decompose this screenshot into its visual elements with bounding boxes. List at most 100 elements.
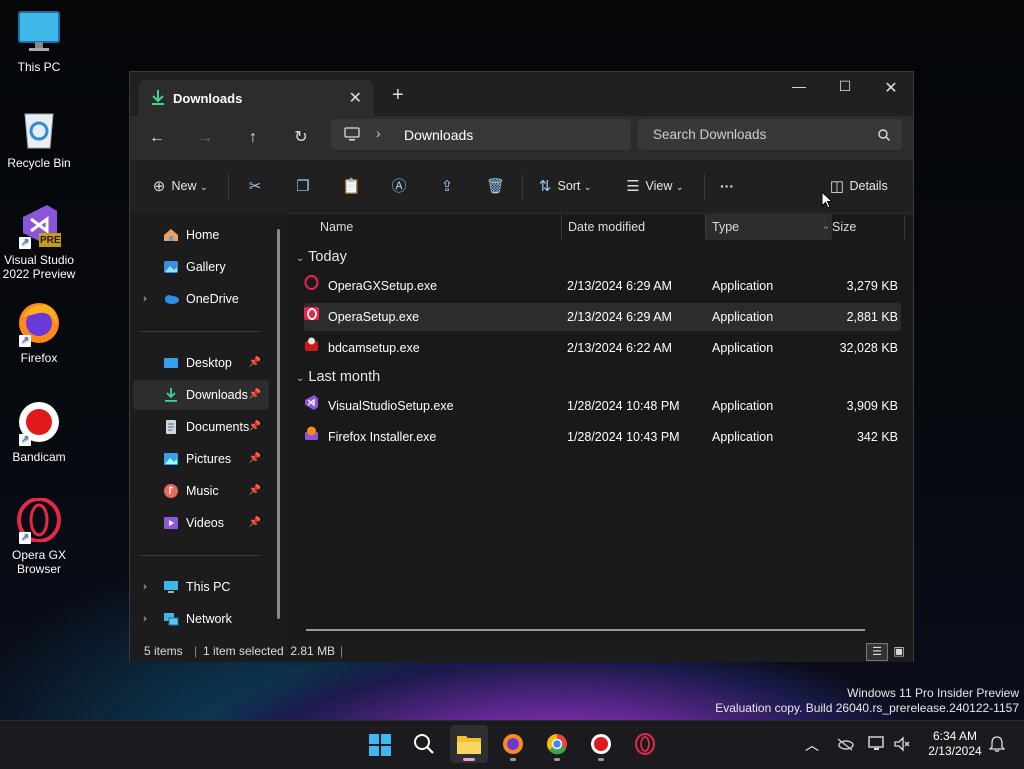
desktop-icon-bandicam[interactable]: ↗ Bandicam <box>0 400 78 464</box>
details-view-toggle[interactable]: ☰ <box>866 643 888 661</box>
file-size: 3,909 KB <box>846 399 898 413</box>
sort-button[interactable]: ⇅ Sort ⌄ <box>536 176 592 196</box>
horizontal-scrollbar[interactable] <box>306 629 865 631</box>
file-row[interactable]: Firefox Installer.exe 1/28/2024 10:43 PM… <box>304 423 901 451</box>
sidebar-item-onedrive[interactable]: › OneDrive <box>133 284 269 314</box>
file-row[interactable]: OperaGXSetup.exe 2/13/2024 6:29 AM Appli… <box>304 272 901 300</box>
onedrive-offline-icon[interactable] <box>836 737 854 751</box>
rename-button[interactable]: Ⓐ <box>390 176 408 196</box>
new-button[interactable]: ⊕ New ⌄ <box>150 176 208 196</box>
share-button[interactable]: ⇪ <box>438 176 456 196</box>
sidebar-item-pictures[interactable]: Pictures 📌 <box>133 444 269 474</box>
sidebar-item-desktop[interactable]: Desktop 📌 <box>133 348 269 378</box>
title-bar[interactable]: Downloads ✕ + — ☐ ✕ <box>130 72 913 116</box>
sidebar-scrollbar[interactable] <box>277 229 280 619</box>
sidebar-item-this-pc[interactable]: › This PC <box>133 572 269 602</box>
more-options-button[interactable]: ··· <box>720 176 734 196</box>
breadcrumb-downloads[interactable]: Downloads <box>404 127 473 143</box>
desktop-icon-this-pc[interactable]: This PC <box>0 10 78 74</box>
group-last-month[interactable]: ⌄ Last month <box>296 369 380 385</box>
taskbar-opera-gx[interactable] <box>626 725 664 763</box>
sidebar-item-music[interactable]: Music 📌 <box>133 476 269 506</box>
maximize-button[interactable]: ☐ <box>822 78 868 95</box>
desktop-icon-label: Opera GX Browser <box>11 548 67 576</box>
tab-downloads[interactable]: Downloads ✕ <box>138 80 374 116</box>
cut-button[interactable]: ✂ <box>246 176 264 196</box>
address-bar[interactable]: › Downloads <box>331 119 631 150</box>
close-window-button[interactable]: ✕ <box>868 78 914 98</box>
file-date: 2/13/2024 6:29 AM <box>567 310 672 324</box>
column-header-type[interactable]: Type⌄ <box>706 213 832 240</box>
file-row[interactable]: VisualStudioSetup.exe 1/28/2024 10:48 PM… <box>304 392 901 420</box>
forward-button[interactable]: → <box>190 125 220 151</box>
chevron-down-icon: ⌄ <box>583 182 592 192</box>
group-label: Today <box>308 249 347 265</box>
chevron-right-icon[interactable]: › <box>143 604 147 634</box>
up-button[interactable]: ↑ <box>238 125 268 151</box>
search-box[interactable]: Search Downloads <box>638 119 902 150</box>
back-button[interactable]: ← <box>142 125 172 151</box>
shortcut-arrow-icon: ↗ <box>19 335 31 347</box>
desktop-icon-opera-gx[interactable]: ↗ Opera GX Browser <box>0 497 78 576</box>
sidebar-item-label: OneDrive <box>186 292 239 306</box>
column-header-date[interactable]: Date modified <box>568 213 645 240</box>
show-hidden-icons-button[interactable]: ︿ <box>805 735 819 755</box>
pin-icon[interactable]: 📌 <box>249 508 261 538</box>
details-pane-button[interactable]: ◫ Details <box>828 176 888 196</box>
start-button[interactable] <box>361 725 399 763</box>
copy-button[interactable]: ❐ <box>294 176 312 196</box>
chevron-right-icon[interactable]: › <box>143 284 147 314</box>
file-explorer-icon <box>457 736 481 754</box>
chevron-right-icon[interactable]: › <box>143 572 147 602</box>
desktop-icon-firefox[interactable]: ↗ Firefox <box>0 301 78 365</box>
pin-icon[interactable]: 📌 <box>249 444 261 474</box>
sidebar-item-videos[interactable]: Videos 📌 <box>133 508 269 538</box>
pin-icon[interactable]: 📌 <box>249 380 261 410</box>
file-name: OperaGXSetup.exe <box>328 279 438 293</box>
close-tab-icon[interactable]: ✕ <box>349 88 362 108</box>
desktop-icon-recycle-bin[interactable]: Recycle Bin <box>0 106 78 170</box>
sidebar-item-gallery[interactable]: Gallery <box>133 252 269 282</box>
pin-icon[interactable]: 📌 <box>249 476 261 506</box>
column-header-size[interactable]: Size <box>832 213 856 240</box>
clock[interactable]: 6:34 AM 2/13/2024 <box>920 729 990 759</box>
taskbar: ︿ 6:34 AM 2/13/2024 <box>0 720 1024 769</box>
file-name: Firefox Installer.exe <box>328 430 437 444</box>
pin-icon[interactable]: 📌 <box>249 348 261 378</box>
videos-icon <box>164 517 178 529</box>
file-row-selected[interactable]: OperaSetup.exe 2/13/2024 6:29 AM Applica… <box>304 303 901 331</box>
minimize-button[interactable]: — <box>776 78 822 94</box>
file-type: Application <box>712 430 774 444</box>
paste-button[interactable]: 📋 <box>342 176 361 196</box>
taskbar-firefox[interactable] <box>494 725 532 763</box>
file-row[interactable]: bdcamsetup.exe 2/13/2024 6:22 AM Applica… <box>304 334 901 362</box>
new-tab-button[interactable]: + <box>392 84 404 107</box>
sidebar-item-home[interactable]: Home <box>133 220 269 250</box>
group-today[interactable]: ⌄ Today <box>296 249 347 265</box>
navigation-pane: Home Gallery › OneDrive Desktop 📌 Downlo… <box>130 213 288 640</box>
taskbar-search-button[interactable] <box>405 725 443 763</box>
column-header-name[interactable]: Name <box>320 213 353 240</box>
trash-icon: 🗑 <box>486 177 506 195</box>
sidebar-item-label: Desktop <box>186 356 232 370</box>
volume-muted-icon[interactable] <box>893 736 911 752</box>
sidebar-item-network[interactable]: › Network <box>133 604 269 634</box>
sidebar-item-downloads[interactable]: Downloads 📌 <box>133 380 269 410</box>
refresh-button[interactable]: ↻ <box>286 125 316 151</box>
cut-icon: ✂ <box>248 177 262 195</box>
pin-icon[interactable]: 📌 <box>249 412 261 442</box>
desktop-icon-visual-studio[interactable]: PRE ↗ Visual Studio 2022 Preview <box>0 203 78 281</box>
taskbar-file-explorer[interactable] <box>450 725 488 763</box>
sidebar-item-documents[interactable]: Documents 📌 <box>133 412 269 442</box>
tiles-view-toggle[interactable]: ▣ <box>890 643 908 659</box>
network-status-icon[interactable] <box>868 736 886 752</box>
file-type: Application <box>712 279 774 293</box>
monitor-icon <box>344 127 360 141</box>
delete-button[interactable]: 🗑 <box>486 176 506 196</box>
status-bar: 5 items | 1 item selected 2.81 MB | ☰ ▣ <box>130 640 913 662</box>
view-button[interactable]: ☰ View ⌄ <box>624 176 683 196</box>
taskbar-chrome[interactable] <box>538 725 576 763</box>
notification-bell-icon[interactable] <box>989 736 1005 753</box>
taskbar-bandicam[interactable] <box>582 725 620 763</box>
search-input[interactable]: Search Downloads <box>653 127 766 142</box>
